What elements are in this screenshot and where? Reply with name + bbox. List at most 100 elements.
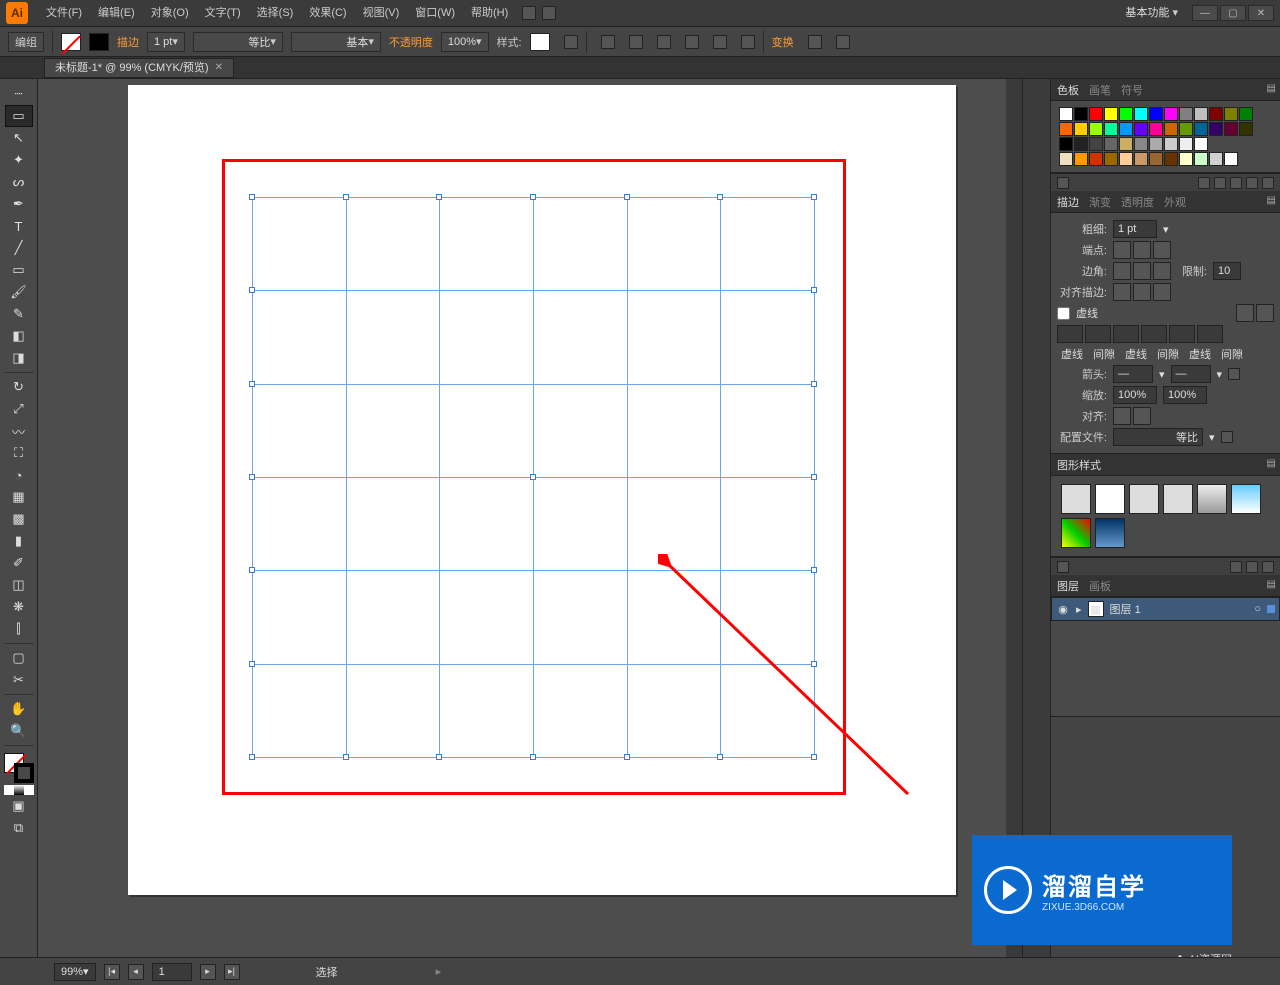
arrow-start-dd[interactable]: — (1113, 365, 1153, 383)
swatch[interactable] (1149, 152, 1163, 166)
selection-handle[interactable] (249, 567, 255, 573)
graphic-style-7[interactable] (1061, 518, 1091, 548)
swatch[interactable] (1104, 107, 1118, 121)
selection-handle[interactable] (436, 194, 442, 200)
tab-transparency[interactable]: 透明度 (1121, 194, 1154, 210)
rotate-tool[interactable]: ↻ (5, 376, 33, 398)
swatch[interactable] (1209, 122, 1223, 136)
gap-field-3[interactable] (1197, 325, 1223, 343)
canvas-vertical-scrollbar[interactable] (1006, 79, 1022, 957)
shape-builder-tool[interactable]: ◔ (5, 464, 33, 486)
gradient-tool[interactable]: ▮ (5, 530, 33, 552)
swatch[interactable] (1074, 137, 1088, 151)
artboard-tool[interactable]: ▢ (5, 647, 33, 669)
menu-file[interactable]: 文件(F) (38, 0, 90, 27)
align-bottom-icon[interactable] (741, 35, 755, 49)
transform-icon-1[interactable] (808, 35, 822, 49)
blob-brush-tool[interactable]: ◧ (5, 325, 33, 347)
swatch[interactable] (1164, 137, 1178, 151)
type-tool[interactable]: T (5, 215, 33, 237)
tab-layers[interactable]: 图层 (1057, 578, 1079, 594)
selection-handle[interactable] (717, 754, 723, 760)
hand-tool[interactable]: ✋ (5, 698, 33, 720)
swatch[interactable] (1119, 152, 1133, 166)
swatch[interactable] (1089, 122, 1103, 136)
selection-tool[interactable]: ▭ (5, 105, 33, 127)
swatch[interactable] (1149, 122, 1163, 136)
swatch[interactable] (1089, 137, 1103, 151)
arrow-swap-icon[interactable] (1228, 368, 1240, 380)
dash-align-buttons[interactable] (1236, 304, 1274, 322)
swatch[interactable] (1134, 122, 1148, 136)
stroke-swatch[interactable] (89, 33, 109, 51)
window-minimize[interactable]: ― (1192, 5, 1218, 21)
layers-panel-menu[interactable]: ▤ (1267, 579, 1276, 590)
dash-field-1[interactable] (1057, 325, 1083, 343)
align-right-icon[interactable] (657, 35, 671, 49)
tab-symbols[interactable]: 符号 (1121, 82, 1143, 98)
swatch[interactable] (1119, 122, 1133, 136)
stroke-corner-buttons[interactable] (1113, 262, 1171, 280)
layer-visibility-icon[interactable]: ◉ (1056, 603, 1070, 616)
align-top-icon[interactable] (685, 35, 699, 49)
menu-type[interactable]: 文字(T) (197, 0, 249, 27)
selection-handle[interactable] (530, 194, 536, 200)
opacity-label[interactable]: 不透明度 (389, 34, 433, 50)
pencil-tool[interactable]: ✎ (5, 303, 33, 325)
swatch[interactable] (1134, 137, 1148, 151)
swatch[interactable] (1194, 152, 1208, 166)
swatch[interactable] (1104, 152, 1118, 166)
selection-handle[interactable] (530, 754, 536, 760)
swatch[interactable] (1074, 122, 1088, 136)
swatch[interactable] (1209, 152, 1223, 166)
stroke-limit-input[interactable]: 10 (1213, 262, 1241, 280)
swatch[interactable] (1134, 107, 1148, 121)
swatch[interactable] (1059, 152, 1073, 166)
free-transform-tool[interactable]: ⛶ (5, 442, 33, 464)
stroke-profile-dd[interactable]: 等比 ▾ (193, 32, 283, 52)
paintbrush-tool[interactable]: 🖌 (5, 281, 33, 303)
swatch[interactable] (1134, 152, 1148, 166)
swatch[interactable] (1179, 122, 1193, 136)
prev-artboard-button[interactable]: ◂ (128, 964, 144, 980)
selection-handle[interactable] (811, 567, 817, 573)
swatch-kind-icon[interactable] (1198, 177, 1210, 189)
column-graph-tool[interactable]: ⫿ (5, 618, 33, 640)
stroke-color[interactable] (14, 763, 34, 783)
swatch[interactable] (1164, 122, 1178, 136)
gap-field-2[interactable] (1141, 325, 1167, 343)
swatch[interactable] (1059, 107, 1073, 121)
new-swatch-icon[interactable] (1246, 177, 1258, 189)
new-group-icon[interactable] (1230, 177, 1242, 189)
transform-icon-2[interactable] (836, 35, 850, 49)
eraser-tool[interactable]: ◨ (5, 347, 33, 369)
swatch[interactable] (1119, 137, 1133, 151)
color-mode-gradient[interactable] (14, 785, 24, 795)
swatch-libraries-icon[interactable] (1057, 177, 1069, 189)
color-mode-normal[interactable] (4, 785, 14, 795)
swatch[interactable] (1179, 152, 1193, 166)
layer-target-icon[interactable]: ○ (1254, 603, 1261, 615)
selection-handle[interactable] (811, 381, 817, 387)
layer-expand-icon[interactable]: ▸ (1076, 603, 1082, 616)
align-left-icon[interactable] (601, 35, 615, 49)
swatch[interactable] (1149, 137, 1163, 151)
slice-tool[interactable]: ✂ (5, 669, 33, 691)
selection-handle[interactable] (249, 474, 255, 480)
pen-tool[interactable]: ✒ (5, 193, 33, 215)
dash-field-2[interactable] (1113, 325, 1139, 343)
arrow-align-buttons[interactable] (1113, 407, 1151, 425)
stroke-align-buttons[interactable] (1113, 283, 1171, 301)
graphic-style-4[interactable] (1163, 484, 1193, 514)
eyedropper-tool[interactable]: ✐ (5, 552, 33, 574)
status-menu-icon[interactable]: ▸ (436, 965, 442, 978)
last-artboard-button[interactable]: ▸| (224, 964, 240, 980)
tab-artboards[interactable]: 画板 (1089, 578, 1111, 594)
stroke-label[interactable]: 描边 (117, 34, 139, 50)
zoom-tool[interactable]: 🔍 (5, 720, 33, 742)
menu-select[interactable]: 选择(S) (249, 0, 302, 27)
align-vcenter-icon[interactable] (713, 35, 727, 49)
delete-swatch-icon[interactable] (1262, 177, 1274, 189)
line-tool[interactable]: ╱ (5, 237, 33, 259)
swatch[interactable] (1194, 137, 1208, 151)
